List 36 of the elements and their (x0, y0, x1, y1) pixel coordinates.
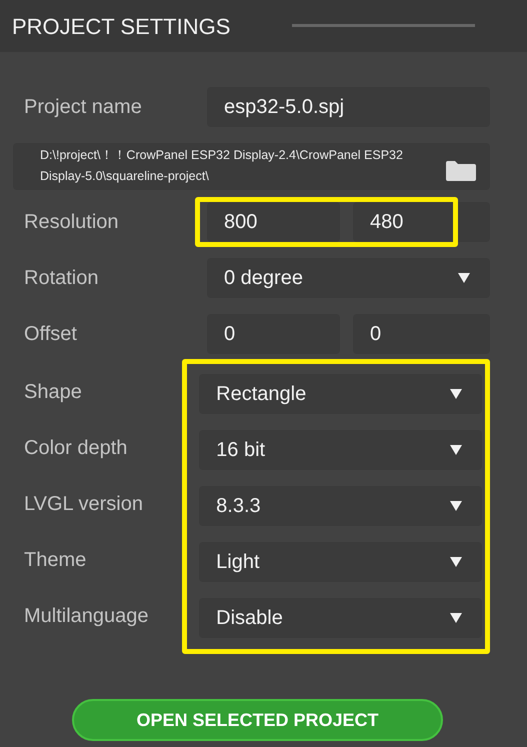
field-label: LVGL version (24, 492, 143, 517)
dropdown-value: 16 bit (216, 438, 266, 463)
number-field[interactable]: 0 (207, 314, 340, 354)
project-path: D:\!project\！！CrowPanel ESP32 Display-2.4\CrowPanel ESP32 Display-5.0\squareline-project\ (40, 146, 404, 185)
caret-icon (450, 389, 462, 399)
caret-icon (450, 557, 462, 567)
caret-icon (450, 445, 462, 455)
dropdown-value: Rectangle (216, 382, 306, 407)
dropdown[interactable]: 16 bit (199, 430, 482, 470)
dropdown-value: Light (216, 550, 260, 575)
path-field[interactable]: D:\!project\！！CrowPanel ESP32 Display-2.4\CrowPanel ESP32 Display-5.0\squareline-project\ (13, 143, 490, 190)
dropdown-value: 0 degree (224, 266, 303, 291)
field-label: Rotation (24, 267, 98, 289)
number-field[interactable]: 800 (207, 202, 340, 242)
dropdown[interactable]: Rectangle (199, 374, 482, 414)
dropdown[interactable]: Light (199, 542, 482, 582)
folder-icon (446, 160, 476, 180)
dropdown[interactable]: 0 degree (207, 258, 490, 298)
field-label: Multilanguage (24, 604, 149, 629)
dropdown[interactable]: 8.3.3 (199, 486, 482, 526)
caret-icon (450, 501, 462, 511)
text-field[interactable]: esp32-5.0.spj (207, 87, 490, 127)
number-field[interactable]: 0 (353, 314, 490, 354)
caret-icon (458, 273, 470, 283)
field-label: Shape (24, 380, 82, 405)
dropdown-value: Disable (216, 606, 283, 631)
dropdown[interactable]: Disable (199, 598, 482, 638)
field-label: Theme (24, 548, 86, 573)
panel-title: PROJECT SETTINGS (12, 12, 232, 40)
field-label: Offset (24, 323, 77, 345)
number-field[interactable]: 480 (353, 202, 490, 242)
field-label: Project name (24, 96, 142, 118)
field-label: Resolution (24, 211, 119, 233)
caret-icon (450, 613, 462, 623)
dropdown-value: 8.3.3 (216, 494, 261, 519)
field-label: Color depth (24, 436, 128, 461)
